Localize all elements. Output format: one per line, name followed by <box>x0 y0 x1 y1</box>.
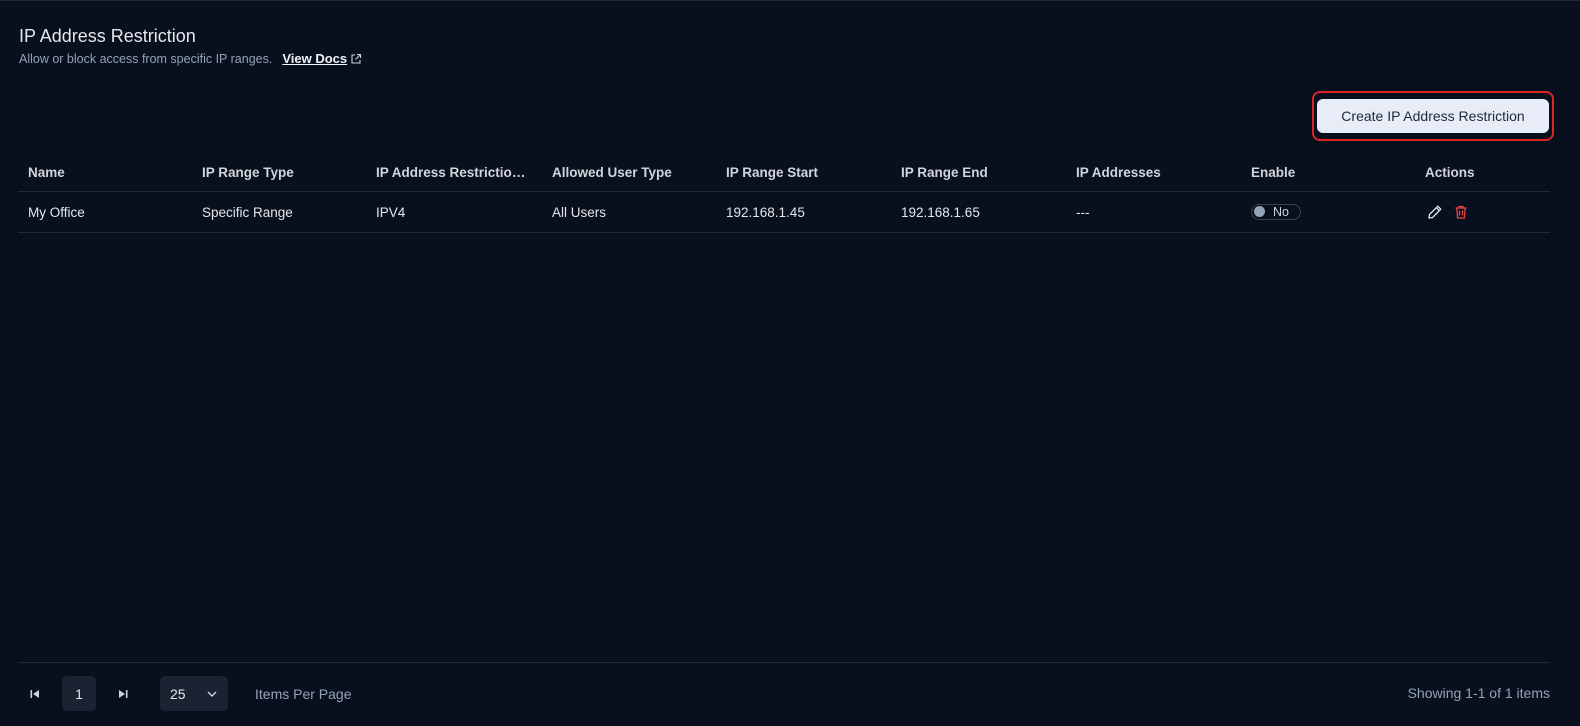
page: IP Address Restriction Allow or block ac… <box>0 0 1580 726</box>
row-actions <box>1425 204 1540 220</box>
toggle-knob <box>1254 206 1265 218</box>
column-header-allowed-user-type[interactable]: Allowed User Type <box>542 153 716 192</box>
column-header-actions: Actions <box>1415 153 1550 192</box>
edit-button[interactable] <box>1427 204 1443 220</box>
ip-restriction-table: Name IP Range Type IP Address Restrictio… <box>18 153 1550 233</box>
items-per-page-label: Items Per Page <box>255 685 352 702</box>
last-page-icon <box>119 689 128 698</box>
trash-icon <box>1455 205 1467 219</box>
cell-ip-addresses: --- <box>1066 191 1241 233</box>
chevron-down-icon <box>207 691 217 697</box>
edit-icon <box>1428 205 1442 219</box>
last-page-button[interactable] <box>106 677 140 711</box>
page-subtitle: Allow or block access from specific IP r… <box>19 51 273 66</box>
cell-allowed-user-type: All Users <box>542 191 716 233</box>
page-title: IP Address Restriction <box>19 26 196 46</box>
delete-button[interactable] <box>1453 204 1469 220</box>
view-docs-label: View Docs <box>282 51 348 66</box>
column-header-ip-addresses[interactable]: IP Addresses <box>1066 153 1241 192</box>
cell-actions <box>1415 191 1550 233</box>
column-header-ip-range-type[interactable]: IP Range Type <box>192 153 366 192</box>
first-page-icon <box>30 689 39 698</box>
external-link-icon <box>351 53 362 64</box>
cell-range-start: 192.168.1.45 <box>716 191 891 233</box>
column-header-enable[interactable]: Enable <box>1241 153 1415 192</box>
column-header-ip-range-start[interactable]: IP Range Start <box>716 153 891 192</box>
enable-toggle[interactable]: No <box>1251 203 1301 220</box>
cell-enable: No <box>1241 191 1415 233</box>
create-ip-restriction-button[interactable]: Create IP Address Restriction <box>1317 99 1549 133</box>
subtitle-row: Allow or block access from specific IP r… <box>19 51 362 66</box>
cell-range-end: 192.168.1.65 <box>891 191 1066 233</box>
cell-restriction-type: IPV4 <box>366 191 542 233</box>
footer-divider <box>18 662 1550 663</box>
create-button-highlight: Create IP Address Restriction <box>1312 91 1554 141</box>
current-page-button[interactable]: 1 <box>62 676 96 711</box>
showing-count: Showing 1-1 of 1 items <box>1407 685 1550 701</box>
items-per-page-value: 25 <box>170 685 186 702</box>
view-docs-link[interactable]: View Docs <box>282 51 362 66</box>
page-header: IP Address Restriction Allow or block ac… <box>19 25 362 66</box>
column-header-ip-range-end[interactable]: IP Range End <box>891 153 1066 192</box>
first-page-button[interactable] <box>18 677 52 711</box>
items-per-page-select[interactable]: 25 <box>160 676 228 711</box>
toggle-label: No <box>1273 204 1289 219</box>
cell-ip-range-type: Specific Range <box>192 191 366 233</box>
column-header-restriction-type[interactable]: IP Address Restriction ... <box>366 153 542 192</box>
table-row[interactable]: My Office Specific Range IPV4 All Users … <box>18 191 1550 233</box>
cell-name: My Office <box>18 191 192 233</box>
table-header-row: Name IP Range Type IP Address Restrictio… <box>18 153 1550 192</box>
column-header-name[interactable]: Name <box>18 153 192 192</box>
pagination: 1 25 Items Per Page <box>18 676 352 711</box>
